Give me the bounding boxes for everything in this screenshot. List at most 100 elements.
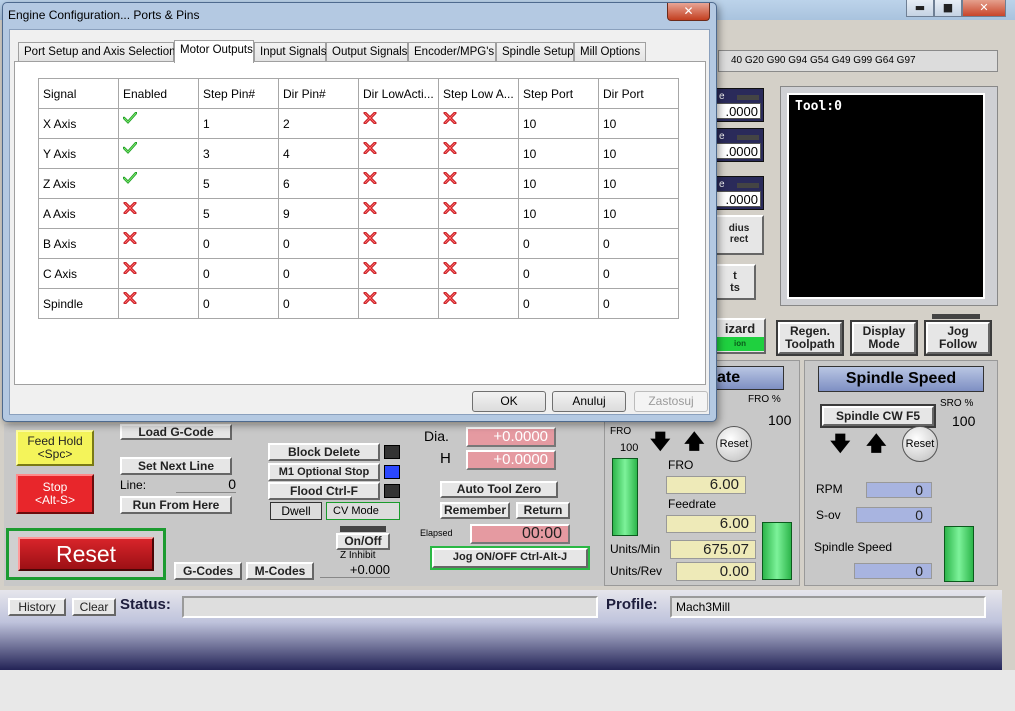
tab-output-signals[interactable]: Output Signals	[326, 42, 408, 62]
red-cross-icon[interactable]	[443, 291, 457, 305]
step-pin-cell[interactable]: 5	[198, 168, 279, 199]
red-cross-icon[interactable]	[443, 261, 457, 275]
dir-pin-cell[interactable]: 4	[278, 138, 359, 169]
jog-onoff-button[interactable]: Jog ON/OFF Ctrl-Alt-J	[430, 546, 590, 570]
history-button[interactable]: History	[8, 598, 66, 616]
dir-low-active-cell[interactable]	[358, 108, 439, 139]
arrow-down-icon[interactable]: 🡇	[650, 432, 671, 452]
tab-input-signals[interactable]: Input Signals	[254, 42, 327, 62]
line-value[interactable]: 0	[176, 476, 236, 493]
flood-button[interactable]: Flood Ctrl-F	[268, 482, 380, 500]
enabled-cell[interactable]	[118, 288, 199, 319]
dir-low-active-cell[interactable]	[358, 228, 439, 259]
red-cross-icon[interactable]	[363, 201, 377, 215]
dir-pin-cell[interactable]: 2	[278, 108, 359, 139]
red-cross-icon[interactable]	[443, 201, 457, 215]
clear-button[interactable]: Clear	[72, 598, 116, 616]
jog-follow-button[interactable]: Jog Follow	[924, 320, 992, 356]
green-check-icon[interactable]	[122, 171, 138, 184]
spindle-slider[interactable]	[944, 526, 974, 582]
radius-correct-button[interactable]: dius rect	[714, 215, 764, 255]
dir-pin-cell[interactable]: 9	[278, 198, 359, 229]
dia-value[interactable]: +0.0000	[466, 427, 556, 447]
spindle-speed-value[interactable]: 0	[854, 563, 932, 579]
red-cross-icon[interactable]	[123, 231, 137, 245]
enabled-cell[interactable]	[118, 108, 199, 139]
step-port-cell[interactable]: 0	[518, 228, 599, 259]
dir-port-cell[interactable]: 10	[598, 198, 679, 229]
dro-z-value[interactable]: .0000	[715, 191, 761, 207]
step-low-active-cell[interactable]	[438, 168, 519, 199]
reset-button[interactable]: Reset	[18, 537, 154, 571]
feed-hold-button[interactable]: Feed Hold <Spc>	[16, 430, 94, 466]
red-cross-icon[interactable]	[363, 261, 377, 275]
dir-low-active-cell[interactable]	[358, 288, 439, 319]
regen-toolpath-button[interactable]: Regen. Toolpath	[776, 320, 844, 356]
dro-y-value[interactable]: .0000	[715, 143, 761, 159]
dir-pin-cell[interactable]: 0	[278, 228, 359, 259]
red-cross-icon[interactable]	[363, 171, 377, 185]
arrow-up-icon[interactable]: 🡅	[866, 434, 887, 454]
offsets-button[interactable]: t ts	[714, 264, 756, 300]
dir-port-cell[interactable]: 10	[598, 168, 679, 199]
red-cross-icon[interactable]	[443, 231, 457, 245]
stop-button[interactable]: Stop <Alt-S>	[16, 474, 94, 514]
green-check-icon[interactable]	[122, 141, 138, 154]
step-pin-cell[interactable]: 0	[198, 228, 279, 259]
sro-reset-button[interactable]: Reset	[902, 426, 938, 462]
toolpath-display[interactable]: Tool:0	[787, 93, 985, 299]
step-pin-cell[interactable]: 0	[198, 288, 279, 319]
tab-motor-outputs[interactable]: Motor Outputs	[174, 40, 254, 63]
step-pin-cell[interactable]: 0	[198, 258, 279, 289]
step-low-active-cell[interactable]	[438, 288, 519, 319]
step-low-active-cell[interactable]	[438, 138, 519, 169]
spindle-cw-button[interactable]: Spindle CW F5	[820, 404, 936, 428]
m1-optional-stop-button[interactable]: M1 Optional Stop	[268, 463, 380, 481]
enabled-cell[interactable]	[118, 168, 199, 199]
red-cross-icon[interactable]	[363, 141, 377, 155]
dir-low-active-cell[interactable]	[358, 168, 439, 199]
step-low-active-cell[interactable]	[438, 198, 519, 229]
close-button[interactable]: ✕	[962, 0, 1006, 17]
fro-slider[interactable]	[612, 458, 638, 536]
step-low-active-cell[interactable]	[438, 108, 519, 139]
ok-button[interactable]: OK	[472, 391, 546, 412]
enabled-cell[interactable]	[118, 198, 199, 229]
arrow-up-icon[interactable]: 🡅	[684, 432, 705, 452]
red-cross-icon[interactable]	[123, 261, 137, 275]
z-inhibit-value[interactable]: +0.000	[320, 562, 390, 578]
maximize-button[interactable]: ■	[934, 0, 962, 17]
fro-reset-button[interactable]: Reset	[716, 426, 752, 462]
cancel-button[interactable]: Anuluj	[552, 391, 626, 412]
enabled-cell[interactable]	[118, 258, 199, 289]
step-port-cell[interactable]: 0	[518, 258, 599, 289]
apply-button[interactable]: Zastosuj	[634, 391, 708, 412]
dir-low-active-cell[interactable]	[358, 198, 439, 229]
step-port-cell[interactable]: 10	[518, 138, 599, 169]
arrow-down-icon[interactable]: 🡇	[830, 434, 851, 454]
dir-port-cell[interactable]: 10	[598, 138, 679, 169]
red-cross-icon[interactable]	[443, 111, 457, 125]
tab-port-setup[interactable]: Port Setup and Axis Selection	[18, 42, 176, 62]
red-cross-icon[interactable]	[443, 171, 457, 185]
enabled-cell[interactable]	[118, 228, 199, 259]
mcodes-button[interactable]: M-Codes	[246, 562, 314, 580]
step-low-active-cell[interactable]	[438, 258, 519, 289]
step-port-cell[interactable]: 10	[518, 198, 599, 229]
return-button[interactable]: Return	[516, 502, 570, 519]
step-pin-cell[interactable]: 3	[198, 138, 279, 169]
step-low-active-cell[interactable]	[438, 228, 519, 259]
run-from-here-button[interactable]: Run From Here	[120, 496, 232, 514]
gcodes-button[interactable]: G-Codes	[174, 562, 242, 580]
tab-encoder-mpg[interactable]: Encoder/MPG's	[408, 42, 496, 62]
step-port-cell[interactable]: 10	[518, 168, 599, 199]
h-value[interactable]: +0.0000	[466, 450, 556, 470]
dir-port-cell[interactable]: 0	[598, 228, 679, 259]
tab-mill-options[interactable]: Mill Options	[574, 42, 646, 62]
auto-tool-zero-button[interactable]: Auto Tool Zero	[440, 481, 558, 498]
red-cross-icon[interactable]	[443, 141, 457, 155]
dir-port-cell[interactable]: 0	[598, 258, 679, 289]
red-cross-icon[interactable]	[363, 291, 377, 305]
dir-low-active-cell[interactable]	[358, 258, 439, 289]
dialog-close-button[interactable]: ✕	[667, 3, 710, 21]
